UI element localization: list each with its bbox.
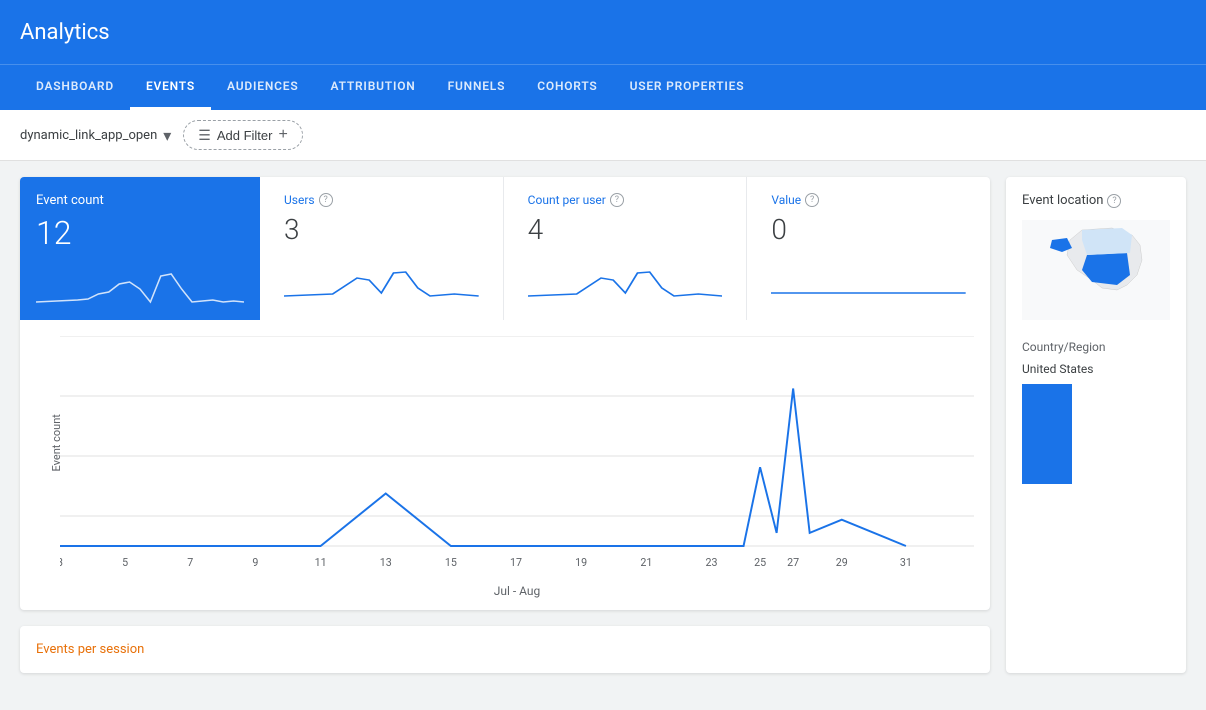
svg-text:25: 25 bbox=[754, 556, 766, 569]
event-dropdown[interactable]: dynamic_link_app_open ▾ bbox=[20, 126, 171, 145]
svg-text:17: 17 bbox=[510, 556, 522, 569]
event-location-title: Event location ? bbox=[1022, 193, 1170, 208]
svg-text:29: 29 bbox=[836, 556, 848, 569]
event-count-sparkline bbox=[36, 264, 244, 304]
world-map-svg bbox=[1022, 220, 1170, 320]
value-label: Value ? bbox=[771, 193, 966, 207]
main-chart-svg: 0 2 4 6 8 3 5 7 9 11 13 bbox=[60, 336, 974, 576]
main-chart-area: Event count 0 2 4 6 8 bbox=[20, 320, 990, 610]
svg-text:13: 13 bbox=[380, 556, 392, 569]
app-title: Analytics bbox=[20, 20, 110, 45]
svg-text:23: 23 bbox=[705, 556, 717, 569]
count-per-user-sparkline bbox=[528, 258, 723, 298]
users-value: 3 bbox=[284, 213, 479, 246]
chart-y-label: Event count bbox=[50, 414, 63, 471]
value-sparkline bbox=[771, 258, 966, 298]
filter-icon: ☰ bbox=[198, 127, 211, 144]
chart-x-label: Jul - Aug bbox=[60, 584, 974, 598]
svg-text:31: 31 bbox=[900, 556, 912, 569]
value-info-icon[interactable]: ? bbox=[805, 193, 819, 207]
nav-item-dashboard[interactable]: DASHBOARD bbox=[20, 65, 130, 110]
svg-text:27: 27 bbox=[787, 556, 799, 569]
app-header: Analytics bbox=[0, 0, 1206, 64]
add-filter-button[interactable]: ☰ Add Filter + bbox=[183, 120, 303, 150]
users-sparkline bbox=[284, 258, 479, 298]
svg-text:3: 3 bbox=[60, 556, 63, 569]
value-value: 0 bbox=[771, 213, 966, 246]
users-metric: Users ? 3 bbox=[260, 177, 504, 320]
svg-text:9: 9 bbox=[252, 556, 258, 569]
main-content: Event count 12 Users ? 3 bbox=[0, 161, 1206, 689]
filter-bar: dynamic_link_app_open ▾ ☰ Add Filter + bbox=[0, 110, 1206, 161]
svg-text:21: 21 bbox=[640, 556, 652, 569]
nav-item-cohorts[interactable]: COHORTS bbox=[521, 65, 613, 110]
stats-row: Event count 12 Users ? 3 bbox=[20, 177, 990, 320]
value-metric: Value ? 0 bbox=[747, 177, 990, 320]
plus-icon: + bbox=[278, 126, 287, 144]
event-count-label: Event count bbox=[36, 193, 244, 208]
map-container bbox=[1022, 220, 1170, 324]
svg-text:19: 19 bbox=[575, 556, 587, 569]
nav-item-attribution[interactable]: ATTRIBUTION bbox=[314, 65, 431, 110]
event-location-info-icon[interactable]: ? bbox=[1107, 194, 1121, 208]
right-panel: Event location ? Country/Region United S… bbox=[1006, 177, 1186, 673]
add-filter-label: Add Filter bbox=[217, 128, 273, 143]
event-count-value: 12 bbox=[36, 214, 244, 252]
count-per-user-metric: Count per user ? 4 bbox=[504, 177, 748, 320]
events-per-session-panel: Events per session bbox=[20, 626, 990, 673]
nav-item-user-properties[interactable]: USER PROPERTIES bbox=[614, 65, 761, 110]
svg-text:7: 7 bbox=[187, 556, 193, 569]
svg-text:5: 5 bbox=[122, 556, 128, 569]
events-per-session-title: Events per session bbox=[36, 642, 974, 657]
count-per-user-value: 4 bbox=[528, 213, 723, 246]
users-info-icon[interactable]: ? bbox=[319, 193, 333, 207]
svg-text:11: 11 bbox=[315, 556, 327, 569]
dropdown-value: dynamic_link_app_open bbox=[20, 128, 157, 143]
event-count-tile: Event count 12 bbox=[20, 177, 260, 320]
nav-item-audiences[interactable]: AUDIENCES bbox=[211, 65, 314, 110]
count-per-user-label: Count per user ? bbox=[528, 193, 723, 207]
nav-item-events[interactable]: EVENTS bbox=[130, 65, 211, 110]
count-per-user-info-icon[interactable]: ? bbox=[610, 193, 624, 207]
dropdown-arrow-icon: ▾ bbox=[163, 126, 171, 145]
left-panel: Event count 12 Users ? 3 bbox=[20, 177, 990, 673]
stats-card: Event count 12 Users ? 3 bbox=[20, 177, 990, 610]
country-bar-row: United States bbox=[1022, 362, 1170, 376]
country-bar bbox=[1022, 384, 1072, 484]
users-label: Users ? bbox=[284, 193, 479, 207]
nav-item-funnels[interactable]: FUNNELS bbox=[432, 65, 522, 110]
country-name: United States bbox=[1022, 362, 1170, 376]
nav-bar: DASHBOARD EVENTS AUDIENCES ATTRIBUTION F… bbox=[0, 64, 1206, 110]
svg-text:15: 15 bbox=[445, 556, 457, 569]
country-region-label: Country/Region bbox=[1022, 340, 1170, 354]
